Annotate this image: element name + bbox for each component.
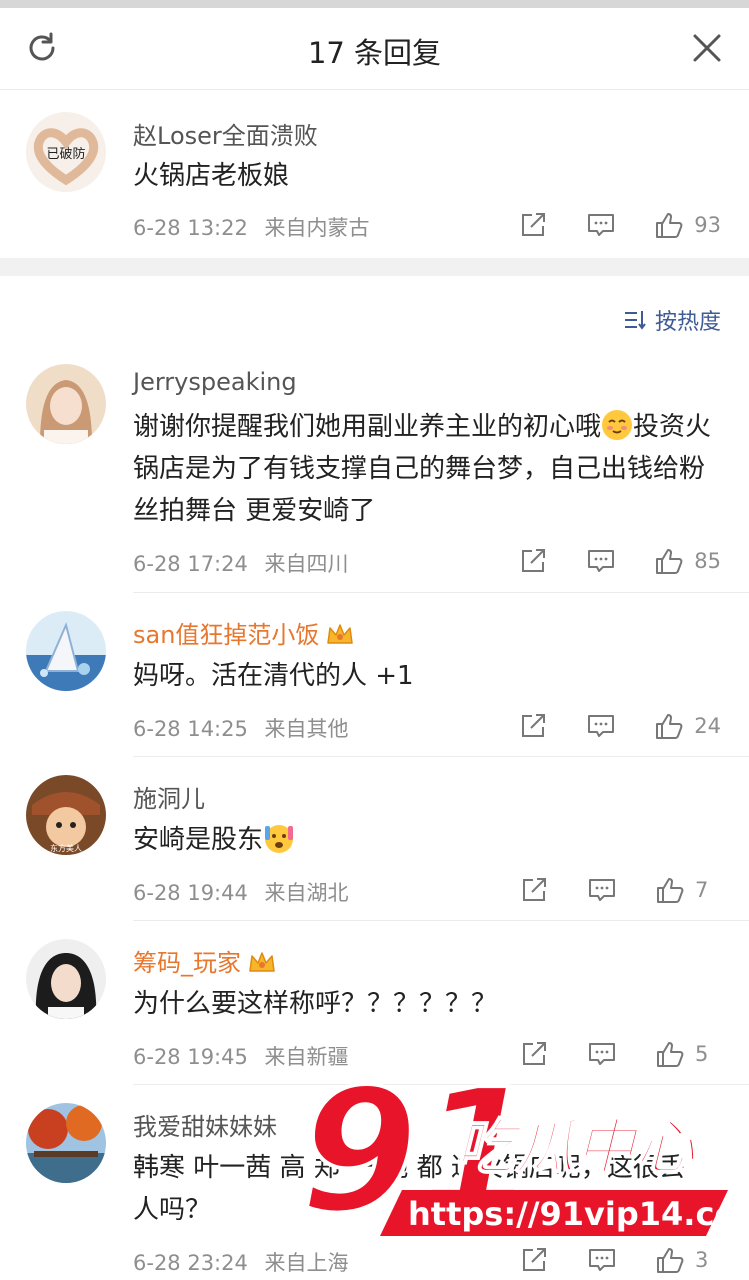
share-icon[interactable] [518,711,548,741]
like-count: 93 [694,213,721,237]
like-icon[interactable] [654,210,684,240]
like-icon[interactable] [654,711,684,741]
svg-text:吃瓜中心: 吃瓜中心 [455,1113,697,1183]
comment-actions: 85 [518,544,721,578]
username-text: san值狂掉范小饭 [133,621,320,649]
comment-text: 为什么要这样称呼？？？？？？ [133,989,498,1019]
comment-meta: 6-28 14:25 来自其他 [133,713,349,743]
reply-item: san值狂掉范小饭 妈呀。活在清代的人 +1 6-28 14:25 来自其他 2… [0,593,749,757]
like-icon[interactable] [654,546,684,576]
comment-time: 6-28 17:24 [133,552,248,576]
close-icon[interactable] [691,32,723,64]
avatar[interactable]: 已破防 [26,112,106,192]
svg-text:https://91vip14.com: https://91vip14.com [408,1195,740,1233]
comment-text: 妈呀。活在清代的人 +1 [133,661,414,691]
sort-label: 按热度 [654,310,721,335]
comment-meta: 6-28 13:22 来自内蒙古 [133,212,370,242]
sort-toggle[interactable]: 按热度 [623,304,721,336]
comment-icon[interactable] [587,875,617,905]
watermark-logo: 91 吃瓜中心 https://91vip14.com [298,1060,740,1253]
avatar[interactable] [26,611,106,691]
comment-text: 火锅店老板娘 [133,161,290,191]
comment-text: 安崎是股东 [133,819,723,861]
root-comment: 已破防 赵Loser全面溃败 火锅店老板娘 6-28 13:22 来自内蒙古 9… [0,90,749,258]
like-count: 24 [694,714,721,738]
comment-time: 6-28 13:22 [133,216,248,240]
comment-location: 来自四川 [264,552,349,576]
comment-location: 来自湖北 [264,881,349,905]
comment-location: 来自内蒙古 [264,216,370,240]
comment-time: 6-28 19:44 [133,881,248,905]
comment-icon[interactable] [586,711,616,741]
avatar[interactable] [26,939,106,1019]
username[interactable]: 筹码_玩家 [133,943,277,978]
avatar[interactable] [26,1103,106,1183]
comment-text-part: 安崎是股东 [133,825,264,855]
comment-time: 6-28 19:45 [133,1045,248,1069]
comment-actions: 7 [519,873,721,907]
like-icon[interactable] [655,875,685,905]
page-title: 17 条回复 [307,36,442,70]
shocked-emoji-icon [265,825,294,853]
blush-emoji-icon [602,410,633,440]
comment-meta: 6-28 17:24 来自四川 [133,548,349,578]
comment-icon[interactable] [586,210,616,240]
vip-crown-icon [249,952,275,972]
vip-crown-icon [327,624,354,644]
like-count: 7 [695,878,709,902]
svg-text:东方美人: 东方美人 [50,843,82,853]
top-strip [0,0,749,8]
sort-icon [624,311,646,330]
username[interactable]: san值狂掉范小饭 [133,615,355,650]
username[interactable]: 我爱甜妹妹妹 [133,1107,277,1142]
reply-item: Jerryspeaking 谢谢你提醒我们她用副业养主业的初心哦 投资火锅店是为了… [0,350,749,593]
username-text: 筹码_玩家 [133,949,241,977]
comment-text: 谢谢你提醒我们她用副业养主业的初心哦 投资火锅店是为了有钱支撑自己的舞台梦，自己出… [133,406,723,532]
avatar[interactable]: 东方美人 [26,775,106,855]
comment-icon[interactable] [586,546,616,576]
share-icon[interactable] [518,210,548,240]
comment-actions: 24 [518,709,721,743]
comment-text-part: 谢谢你提醒我们她用副业养主业的初心哦 [133,412,602,442]
share-icon[interactable] [518,546,548,576]
comment-actions: 93 [518,208,721,242]
comment-meta: 6-28 19:44 来自湖北 [133,877,349,907]
username[interactable]: 赵Loser全面溃败 [133,116,318,151]
comment-time: 6-28 14:25 [133,717,248,741]
like-count: 85 [694,549,721,573]
share-icon[interactable] [519,875,549,905]
comment-time: 6-28 23:24 [133,1251,248,1275]
section-divider [0,258,749,276]
svg-text:已破防: 已破防 [46,146,85,162]
reply-sheet-header: 17 条回复 [0,8,749,90]
reply-item: 东方美人 施洞儿 安崎是股东 6-28 19:44 来自湖北 7 [0,757,749,921]
username[interactable]: Jerryspeaking [133,368,297,396]
username[interactable]: 施洞儿 [133,779,205,814]
comment-location: 来自其他 [264,717,349,741]
avatar[interactable] [26,364,106,444]
